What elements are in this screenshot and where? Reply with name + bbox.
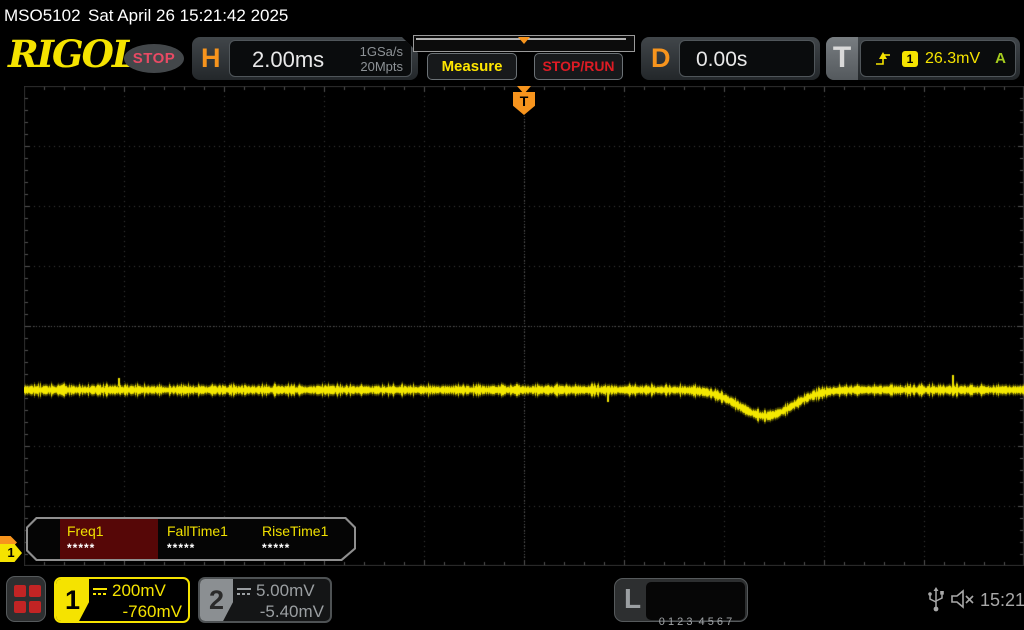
- measurement-freq1[interactable]: Freq1 *****: [60, 519, 158, 559]
- horizontal-timebase-widget[interactable]: H 2.00ms 1GSa/s 20Mpts: [192, 37, 418, 80]
- trigger-label: T: [826, 37, 858, 80]
- rigol-logo: RIGOL: [8, 32, 138, 76]
- model-name: MSO5102: [4, 6, 81, 25]
- channel2-offset: -5.40mV: [259, 602, 324, 621]
- channel1-scale: 200mV: [112, 581, 166, 600]
- channel1-offset: -760mV: [122, 602, 182, 621]
- trigger-position-indicator: [518, 37, 530, 44]
- measurement-label: RiseTime1: [262, 523, 329, 539]
- measure-button[interactable]: Measure: [427, 53, 517, 80]
- trigger-mode: A: [995, 50, 1006, 67]
- digital-channels-row1: 0 1 2 3 4 5 6 7: [658, 616, 733, 628]
- dc-coupling-icon: [93, 587, 107, 595]
- top-status-bar: MSO5102 Sat April 26 15:21:42 2025: [0, 0, 1024, 30]
- menu-grid-icon: [14, 585, 26, 597]
- run-state-badge: STOP: [124, 44, 184, 73]
- measurement-falltime1[interactable]: FallTime1 *****: [160, 519, 255, 559]
- memory-position-bar[interactable]: [413, 35, 635, 52]
- channel2-number: 2: [200, 579, 233, 621]
- horizontal-label: H: [201, 43, 221, 73]
- memory-depth: 20Mpts: [360, 59, 403, 74]
- usb-icon: [928, 587, 944, 612]
- delay-widget[interactable]: D 0.00s: [641, 37, 820, 80]
- channel1-offset-marker[interactable]: 1: [0, 544, 22, 562]
- trigger-widget[interactable]: T 1 26.3mV A: [826, 37, 1020, 80]
- datetime-text: Sat April 26 15:21:42 2025: [88, 6, 289, 25]
- measurement-value: *****: [167, 541, 196, 555]
- sample-rate: 1GSa/s: [359, 44, 403, 59]
- speaker-muted-icon[interactable]: [950, 588, 976, 610]
- channel2-status[interactable]: 2 5.00mV -5.40mV: [198, 577, 332, 623]
- trigger-source-badge: 1: [902, 50, 918, 67]
- measurement-panel: Freq1 ***** FallTime1 ***** RiseTime1 **…: [26, 517, 356, 561]
- header-bar: RIGOL STOP H 2.00ms 1GSa/s 20Mpts Measur…: [0, 30, 1024, 86]
- measurement-risetime1[interactable]: RiseTime1 *****: [255, 519, 350, 559]
- measurement-value: *****: [262, 541, 291, 555]
- waveform-display[interactable]: [24, 86, 1024, 566]
- channel1-number: 1: [56, 579, 89, 621]
- clock: 15:21: [980, 590, 1024, 610]
- trigger-slope-icon: [876, 51, 890, 65]
- dc-coupling-icon: [237, 587, 251, 595]
- delay-value: 0.00s: [696, 48, 748, 71]
- channel1-status[interactable]: 1 200mV -760mV: [54, 577, 190, 623]
- oscilloscope-screen: MSO5102 Sat April 26 15:21:42 2025 RIGOL…: [0, 0, 1024, 630]
- measurement-label: FallTime1: [167, 523, 228, 539]
- logic-analyzer-label: L: [624, 583, 642, 614]
- trigger-level-value: 26.3mV: [925, 49, 981, 67]
- main-menu-button[interactable]: [6, 576, 46, 622]
- delay-label: D: [651, 43, 671, 73]
- channel2-scale: 5.00mV: [256, 581, 315, 600]
- timebase-value: 2.00ms: [252, 47, 325, 72]
- measurement-value: *****: [67, 541, 96, 555]
- stop-run-button[interactable]: STOP/RUN: [534, 53, 623, 80]
- logic-analyzer-status[interactable]: L 0 1 2 3 4 5 6 7 8 9 10 11 12 13 14 15: [614, 578, 748, 628]
- measurement-label: Freq1: [67, 523, 104, 539]
